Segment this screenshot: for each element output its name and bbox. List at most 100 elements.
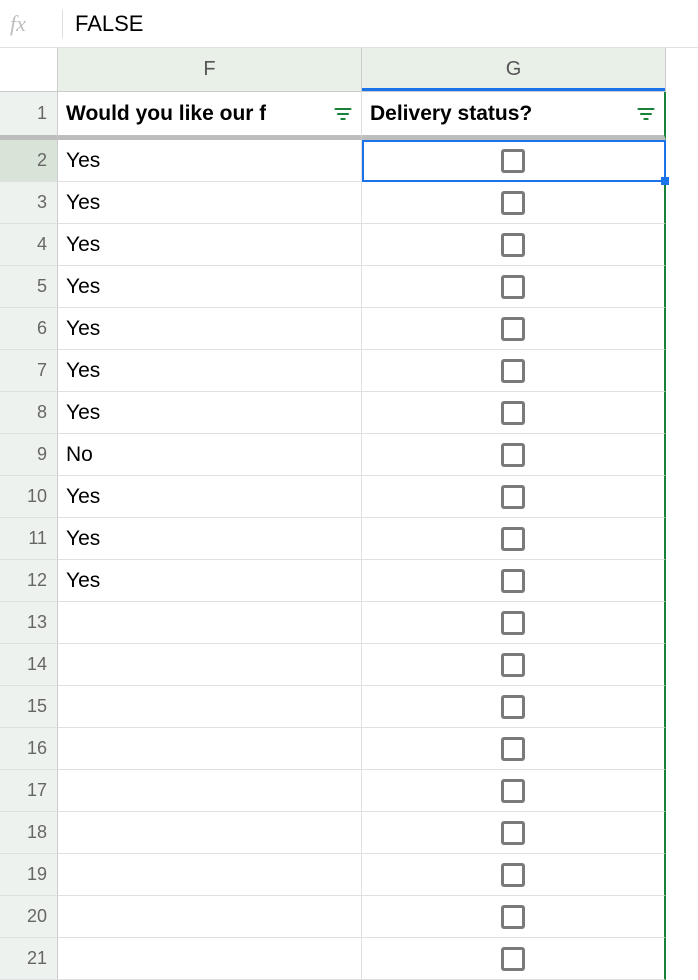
checkbox[interactable] (501, 191, 525, 215)
table-row (58, 686, 666, 728)
column-headers: F G (58, 48, 666, 92)
cell-g3[interactable] (362, 182, 666, 224)
cell-g11[interactable] (362, 518, 666, 560)
cell-f17[interactable] (58, 770, 362, 812)
checkbox[interactable] (501, 779, 525, 803)
cell-g17[interactable] (362, 770, 666, 812)
row-header-21[interactable]: 21 (0, 938, 58, 980)
cell-g21[interactable] (362, 938, 666, 980)
cell-f5[interactable]: Yes (58, 266, 362, 308)
cell-f13[interactable] (58, 602, 362, 644)
row-header-13[interactable]: 13 (0, 602, 58, 644)
cell-g10[interactable] (362, 476, 666, 518)
row-header-17[interactable]: 17 (0, 770, 58, 812)
cell-g6[interactable] (362, 308, 666, 350)
cell-g14[interactable] (362, 644, 666, 686)
row-header-6[interactable]: 6 (0, 308, 58, 350)
cell-g9[interactable] (362, 434, 666, 476)
cell-f18[interactable] (58, 812, 362, 854)
row-header-4[interactable]: 4 (0, 224, 58, 266)
table-row: Yes (58, 476, 666, 518)
row-header-18[interactable]: 18 (0, 812, 58, 854)
cell-f15[interactable] (58, 686, 362, 728)
checkbox[interactable] (501, 233, 525, 257)
cell-f12[interactable]: Yes (58, 560, 362, 602)
cell-f14[interactable] (58, 644, 362, 686)
formula-value[interactable]: FALSE (75, 11, 688, 37)
row-header-5[interactable]: 5 (0, 266, 58, 308)
cell-g13[interactable] (362, 602, 666, 644)
row-header-15[interactable]: 15 (0, 686, 58, 728)
table-row: Yes (58, 266, 666, 308)
cell-g15[interactable] (362, 686, 666, 728)
cell-g19[interactable] (362, 854, 666, 896)
cell-f8[interactable]: Yes (58, 392, 362, 434)
table-row (58, 644, 666, 686)
column-g-title: Delivery status? (370, 102, 532, 126)
cell-f2[interactable]: Yes (58, 140, 362, 182)
cell-g18[interactable] (362, 812, 666, 854)
cell-g12[interactable] (362, 560, 666, 602)
table-row (58, 812, 666, 854)
cell-f7[interactable]: Yes (58, 350, 362, 392)
row-header-14[interactable]: 14 (0, 644, 58, 686)
cell-g16[interactable] (362, 728, 666, 770)
checkbox[interactable] (501, 317, 525, 341)
cell-g1-header[interactable]: Delivery status? (362, 92, 666, 140)
checkbox[interactable] (501, 695, 525, 719)
cell-f6[interactable]: Yes (58, 308, 362, 350)
row-header-12[interactable]: 12 (0, 560, 58, 602)
cell-f19[interactable] (58, 854, 362, 896)
checkbox[interactable] (501, 863, 525, 887)
row-header-9[interactable]: 9 (0, 434, 58, 476)
cell-f9[interactable]: No (58, 434, 362, 476)
checkbox[interactable] (501, 275, 525, 299)
cell-f10[interactable]: Yes (58, 476, 362, 518)
checkbox[interactable] (501, 401, 525, 425)
filter-icon[interactable] (333, 104, 353, 124)
row-header-7[interactable]: 7 (0, 350, 58, 392)
checkbox[interactable] (501, 737, 525, 761)
checkbox[interactable] (501, 947, 525, 971)
row-header-19[interactable]: 19 (0, 854, 58, 896)
cell-f11[interactable]: Yes (58, 518, 362, 560)
cell-f1-header[interactable]: Would you like our f (58, 92, 362, 140)
cell-g7[interactable] (362, 350, 666, 392)
cell-g4[interactable] (362, 224, 666, 266)
cell-g20[interactable] (362, 896, 666, 938)
checkbox[interactable] (501, 821, 525, 845)
cell-f20[interactable] (58, 896, 362, 938)
checkbox[interactable] (501, 611, 525, 635)
row-header-20[interactable]: 20 (0, 896, 58, 938)
filter-icon[interactable] (636, 104, 656, 124)
row-header-2[interactable]: 2 (0, 140, 58, 182)
cell-f16[interactable] (58, 728, 362, 770)
table-row (58, 728, 666, 770)
column-header-g[interactable]: G (362, 48, 666, 92)
select-all-corner[interactable] (0, 48, 58, 92)
row-header-8[interactable]: 8 (0, 392, 58, 434)
row-header-11[interactable]: 11 (0, 518, 58, 560)
checkbox[interactable] (501, 359, 525, 383)
column-f-title: Would you like our f (66, 102, 266, 126)
checkbox[interactable] (501, 485, 525, 509)
checkbox[interactable] (501, 569, 525, 593)
column-header-f[interactable]: F (58, 48, 362, 92)
cell-f4[interactable]: Yes (58, 224, 362, 266)
cell-g5[interactable] (362, 266, 666, 308)
cell-g8[interactable] (362, 392, 666, 434)
checkbox[interactable] (501, 443, 525, 467)
checkbox[interactable] (501, 905, 525, 929)
table-row (58, 602, 666, 644)
row-header-16[interactable]: 16 (0, 728, 58, 770)
table-row: Yes (58, 518, 666, 560)
cell-f3[interactable]: Yes (58, 182, 362, 224)
checkbox[interactable] (501, 149, 525, 173)
checkbox[interactable] (501, 653, 525, 677)
row-header-3[interactable]: 3 (0, 182, 58, 224)
cell-f21[interactable] (58, 938, 362, 980)
cell-g2[interactable] (362, 140, 666, 182)
row-header-1[interactable]: 1 (0, 92, 58, 140)
row-header-10[interactable]: 10 (0, 476, 58, 518)
checkbox[interactable] (501, 527, 525, 551)
